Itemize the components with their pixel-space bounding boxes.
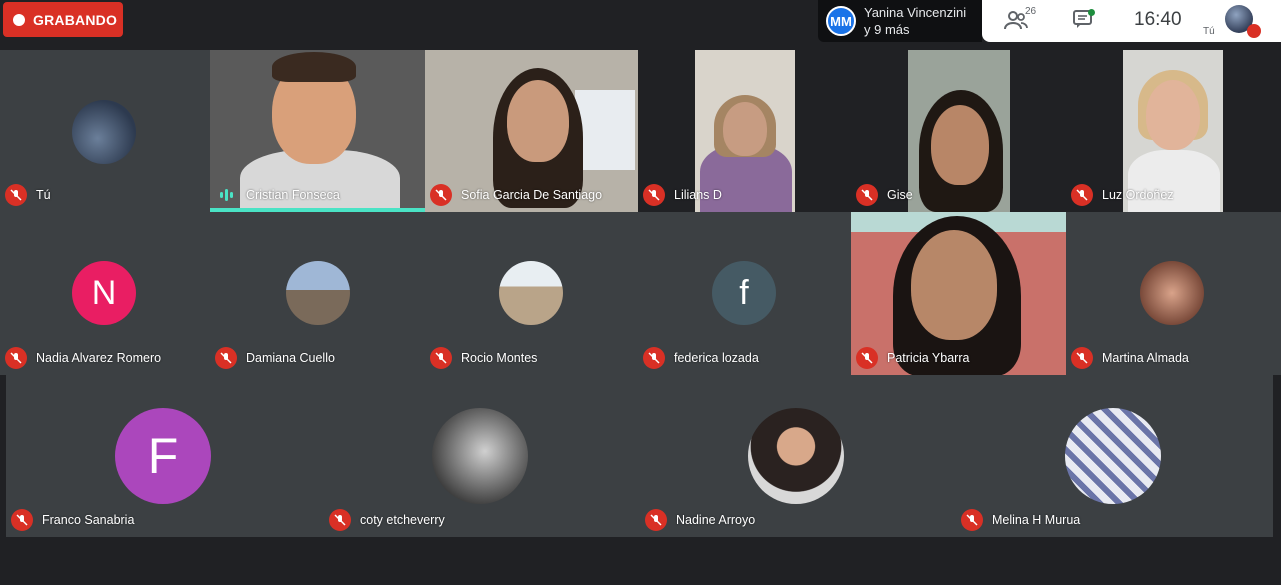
avatar: [499, 261, 563, 325]
participant-tile[interactable]: Melina H Murua: [956, 375, 1273, 537]
avatar: [1065, 408, 1161, 504]
participant-tile[interactable]: Patricia Ybarra: [851, 212, 1066, 375]
participant-name: Damiana Cuello: [246, 351, 335, 365]
mic-off-icon: [643, 184, 665, 206]
mic-off-icon: [856, 347, 878, 369]
avatar: [748, 408, 844, 504]
participant-tile[interactable]: f federica lozada: [638, 212, 851, 375]
participant-tile[interactable]: Damiana Cuello: [210, 212, 425, 375]
mic-off-icon: [5, 347, 27, 369]
participant-name: Patricia Ybarra: [887, 351, 970, 365]
avatar: N: [72, 261, 136, 325]
avatar: [72, 100, 136, 164]
recording-badge[interactable]: GRABANDO: [3, 2, 123, 37]
mic-off-icon: [961, 509, 983, 531]
participant-tile[interactable]: Lilians D: [638, 50, 851, 212]
avatar: [1140, 261, 1204, 325]
participant-name: Nadia Alvarez Romero: [36, 351, 162, 365]
avatar: [432, 408, 528, 504]
participant-name: Martina Almada: [1102, 351, 1189, 365]
participant-tile[interactable]: Sofia Garcia De Santiago: [425, 50, 638, 212]
participant-name: federica lozada: [674, 351, 759, 365]
participant-name: Rocio Montes: [461, 351, 538, 365]
participant-tile[interactable]: Nadine Arroyo: [640, 375, 956, 537]
recording-label: GRABANDO: [33, 11, 118, 28]
top-right-toolbar: 26 16:40 Tú: [982, 0, 1281, 42]
participant-tile[interactable]: Rocio Montes: [425, 212, 638, 375]
participant-name: Gise: [887, 188, 913, 202]
mic-off-icon: [643, 347, 665, 369]
avatar: f: [712, 261, 776, 325]
self-mic-off-icon: [1247, 24, 1261, 38]
participant-name: Luz Ordoñez: [1102, 188, 1174, 202]
mic-off-icon: [856, 184, 878, 206]
mic-off-icon: [645, 509, 667, 531]
participant-tile[interactable]: coty etcheverry: [324, 375, 640, 537]
speaker-avatar: MM: [826, 6, 856, 36]
participant-name: Lilians D: [674, 188, 722, 202]
record-dot-icon: [13, 13, 25, 26]
mic-off-icon: [11, 509, 33, 531]
participant-name: Cristian Fonseca: [246, 188, 340, 202]
participant-name: Sofia Garcia De Santiago: [461, 188, 603, 202]
participant-tile[interactable]: Gise: [851, 50, 1066, 212]
speaker-name: Yanina Vincenzini: [864, 5, 967, 20]
participant-name: coty etcheverry: [360, 513, 445, 527]
chat-icon[interactable]: [1073, 9, 1095, 31]
meet-window: GRABANDO MM Yanina Vincenzini y 9 más 26…: [0, 0, 1281, 585]
speaking-indicator-icon: [215, 184, 237, 206]
avatar: F: [115, 408, 211, 504]
mic-off-icon: [430, 184, 452, 206]
chat-notification-dot: [1088, 9, 1095, 16]
participant-tile[interactable]: N Nadia Alvarez Romero: [0, 212, 210, 375]
participant-name: Franco Sanabria: [42, 513, 135, 527]
participant-tile[interactable]: F Franco Sanabria: [6, 375, 324, 537]
self-label: Tú: [1203, 26, 1215, 37]
mic-off-icon: [329, 509, 351, 531]
speaker-others: y 9 más: [864, 22, 910, 37]
mic-off-icon: [5, 184, 27, 206]
mic-off-icon: [1071, 347, 1093, 369]
clock: 16:40: [1134, 9, 1182, 30]
participant-name: Nadine Arroyo: [676, 513, 756, 527]
participant-tile[interactable]: Cristian Fonseca: [210, 50, 425, 212]
active-speakers-indicator[interactable]: MM Yanina Vincenzini y 9 más: [818, 0, 982, 42]
participant-tile[interactable]: Luz Ordoñez: [1066, 50, 1281, 212]
participant-name: Tú: [36, 188, 51, 202]
participants-count: 26: [1025, 6, 1037, 17]
participant-tile[interactable]: Martina Almada: [1066, 212, 1281, 375]
mic-off-icon: [430, 347, 452, 369]
participant-name: Melina H Murua: [992, 513, 1081, 527]
avatar: [286, 261, 350, 325]
mic-off-icon: [215, 347, 237, 369]
mic-off-icon: [1071, 184, 1093, 206]
participant-tile[interactable]: Tú: [0, 50, 210, 212]
